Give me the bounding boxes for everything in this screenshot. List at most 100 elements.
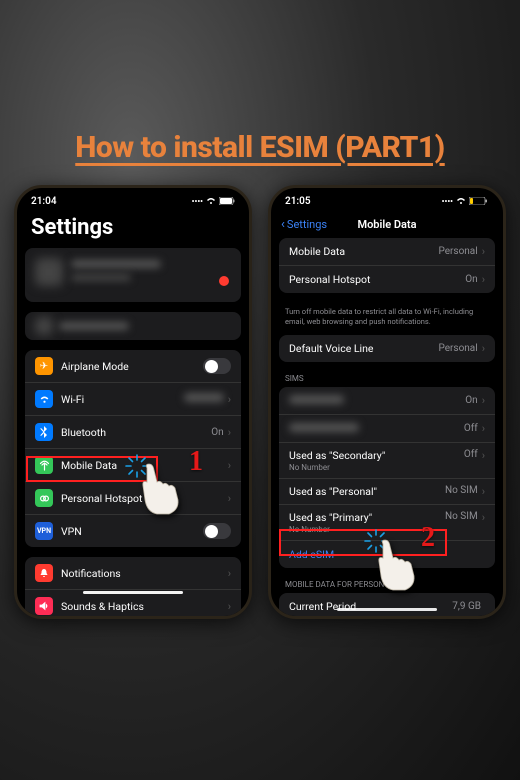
row-value: On (465, 395, 477, 406)
row-personal-hotspot[interactable]: Personal Hotspot › (25, 482, 241, 515)
row-label: Used as "Primary" (289, 511, 445, 524)
row-sounds-haptics[interactable]: Sounds & Haptics › (25, 590, 241, 619)
row-value: Off (464, 449, 478, 460)
row-label: Notifications (61, 567, 228, 580)
settings-heading: Settings (17, 211, 249, 248)
signal-icon: •••• (442, 197, 453, 206)
chevron-right-icon: › (228, 393, 231, 406)
row-sim[interactable]: Used as "Personal" No SIM › (279, 479, 495, 505)
bluetooth-icon (35, 423, 53, 441)
vpn-icon: VPN (35, 522, 53, 540)
row-personal-hotspot[interactable]: Personal Hotspot On › (279, 266, 495, 293)
chevron-right-icon: › (482, 485, 485, 498)
row-sim[interactable]: Used as "Primary" No Number No SIM › (279, 505, 495, 541)
row-value-blurred (184, 393, 224, 405)
chevron-right-icon: › (482, 245, 485, 258)
row-label: Wi-Fi (61, 393, 184, 406)
row-label: VPN (61, 525, 203, 538)
row-mobile-data[interactable]: Mobile Data Personal › (279, 238, 495, 266)
secondary-card-blurred[interactable] (25, 312, 241, 340)
wifi-icon (456, 197, 466, 207)
chevron-right-icon: › (482, 422, 485, 435)
airplane-toggle[interactable] (203, 358, 231, 374)
chevron-right-icon: › (482, 394, 485, 407)
wifi-icon (206, 197, 216, 207)
row-value: Personal (438, 246, 477, 257)
back-label: Settings (287, 218, 327, 231)
vpn-toggle[interactable] (203, 523, 231, 539)
back-button[interactable]: ‹ Settings (281, 217, 327, 232)
airplane-icon: ✈ (35, 357, 53, 375)
row-value: No SIM (445, 485, 478, 496)
speaker-icon (35, 597, 53, 615)
row-value: Off (464, 423, 478, 434)
hotspot-icon (35, 489, 53, 507)
row-sim[interactable]: On › (279, 387, 495, 415)
chevron-right-icon: › (482, 273, 485, 286)
row-sublabel: No Number (289, 463, 464, 472)
footnote-text: Turn off mobile data to restrict all dat… (279, 303, 495, 335)
row-sim[interactable]: Used as "Secondary" No Number Off › (279, 443, 495, 479)
row-vpn[interactable]: VPN VPN (25, 515, 241, 547)
signal-icon: •••• (192, 197, 203, 206)
chevron-right-icon: › (482, 342, 485, 355)
chevron-right-icon: › (228, 492, 231, 505)
data-group: Mobile Data Personal › Personal Hotspot … (279, 238, 495, 293)
page-title: How to install ESIM (PART1) (0, 130, 520, 165)
home-indicator (337, 608, 437, 611)
status-bar: 21:04 •••• (17, 188, 249, 211)
add-esim-label: Add eSIM (289, 548, 485, 561)
bell-icon (35, 564, 53, 582)
row-value: On (211, 427, 223, 438)
phone-pair: 21:04 •••• Settings ✈ (14, 185, 506, 619)
row-label: Mobile Data (289, 245, 438, 258)
battery-icon (219, 197, 235, 207)
row-label-blurred (289, 394, 465, 407)
usage-group: Current Period 7,9 GB (279, 593, 495, 620)
phone-left: 21:04 •••• Settings ✈ (14, 185, 252, 619)
row-airplane-mode[interactable]: ✈ Airplane Mode (25, 350, 241, 383)
row-label: Airplane Mode (61, 360, 203, 373)
row-value: 7,9 GB (452, 601, 481, 612)
home-indicator (83, 591, 183, 594)
row-label: Used as "Secondary" (289, 449, 464, 462)
status-time: 21:05 (285, 196, 311, 207)
row-value: On (465, 274, 477, 285)
battery-icon (469, 197, 489, 207)
row-value: Personal (438, 343, 477, 354)
chevron-left-icon: ‹ (281, 217, 285, 232)
row-label: Bluetooth (61, 426, 211, 439)
mobile-data-for-caption: MOBILE DATA FOR PERSON (279, 578, 495, 593)
row-label: Default Voice Line (289, 342, 438, 355)
row-bluetooth[interactable]: Bluetooth On › (25, 416, 241, 449)
chevron-right-icon: › (482, 449, 485, 462)
row-current-period[interactable]: Current Period 7,9 GB (279, 593, 495, 620)
chevron-right-icon: › (228, 567, 231, 580)
row-label: Mobile Data (61, 459, 228, 472)
row-label: Sounds & Haptics (61, 600, 228, 613)
row-value: No SIM (445, 511, 478, 522)
row-notifications[interactable]: Notifications › (25, 557, 241, 590)
row-label: Personal Hotspot (61, 492, 228, 505)
row-mobile-data[interactable]: Mobile Data › (25, 449, 241, 482)
row-label: Used as "Personal" (289, 485, 445, 498)
profile-card-blurred[interactable] (25, 248, 241, 302)
sims-caption: SIMs (279, 372, 495, 387)
status-bar: 21:05 •••• (271, 188, 503, 211)
status-time: 21:04 (31, 196, 57, 207)
voice-line-group: Default Voice Line Personal › (279, 335, 495, 362)
row-add-esim[interactable]: Add eSIM (279, 541, 495, 568)
row-sim[interactable]: Off › (279, 415, 495, 443)
sims-group: On › Off › Used as "Secondary" No Number… (279, 387, 495, 568)
chevron-right-icon: › (228, 459, 231, 472)
wifi-icon (35, 390, 53, 408)
phone-right: 21:05 •••• ‹ Settings Mobile Data Mo (268, 185, 506, 619)
row-default-voice-line[interactable]: Default Voice Line Personal › (279, 335, 495, 362)
antenna-icon (35, 456, 53, 474)
nav-header: ‹ Settings Mobile Data (271, 211, 503, 238)
row-wifi[interactable]: Wi-Fi › (25, 383, 241, 416)
chevron-right-icon: › (482, 511, 485, 524)
row-sublabel: No Number (289, 525, 445, 534)
row-label-blurred (289, 422, 464, 435)
notifications-group: Notifications › Sounds & Haptics › Focus… (25, 557, 241, 619)
